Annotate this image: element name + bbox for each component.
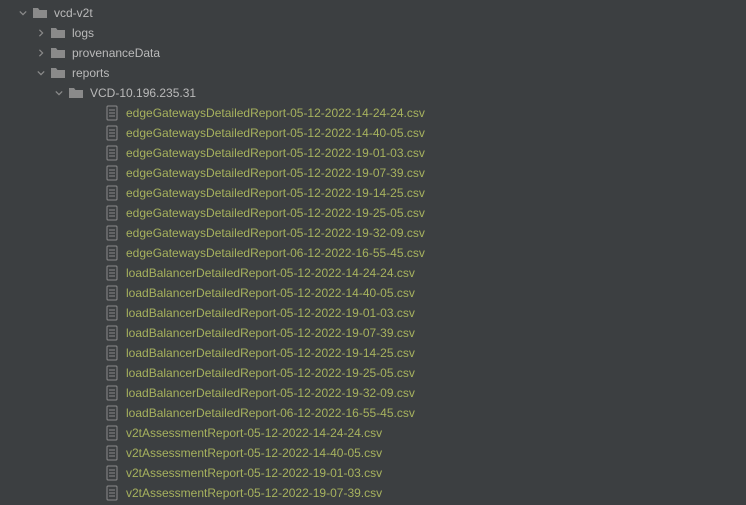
tree-file[interactable]: edgeGatewaysDetailedReport-05-12-2022-14… <box>0 123 746 143</box>
file-icon <box>104 125 120 141</box>
tree-folder[interactable]: provenanceData <box>0 43 746 63</box>
tree-file[interactable]: edgeGatewaysDetailedReport-05-12-2022-19… <box>0 143 746 163</box>
file-tree: vcd-v2t logs provenanceData reports VCD-10… <box>0 0 746 503</box>
tree-file[interactable]: v2tAssessmentReport-05-12-2022-14-24-24.… <box>0 423 746 443</box>
file-label: loadBalancerDetailedReport-05-12-2022-19… <box>126 306 415 320</box>
file-label: loadBalancerDetailedReport-05-12-2022-14… <box>126 286 415 300</box>
file-label: edgeGatewaysDetailedReport-05-12-2022-19… <box>126 166 425 180</box>
file-label: edgeGatewaysDetailedReport-05-12-2022-19… <box>126 206 425 220</box>
tree-file[interactable]: loadBalancerDetailedReport-05-12-2022-19… <box>0 363 746 383</box>
tree-file[interactable]: edgeGatewaysDetailedReport-06-12-2022-16… <box>0 243 746 263</box>
file-label: loadBalancerDetailedReport-05-12-2022-19… <box>126 366 415 380</box>
file-icon <box>104 145 120 161</box>
file-icon <box>104 325 120 341</box>
file-label: v2tAssessmentReport-05-12-2022-19-07-39.… <box>126 486 382 500</box>
file-icon <box>104 405 120 421</box>
tree-file[interactable]: loadBalancerDetailedReport-05-12-2022-19… <box>0 303 746 323</box>
file-label: v2tAssessmentReport-05-12-2022-14-24-24.… <box>126 426 382 440</box>
file-icon <box>104 345 120 361</box>
tree-file[interactable]: loadBalancerDetailedReport-05-12-2022-19… <box>0 343 746 363</box>
file-icon <box>104 165 120 181</box>
folder-label: VCD-10.196.235.31 <box>90 86 196 100</box>
file-icon <box>104 305 120 321</box>
tree-file[interactable]: v2tAssessmentReport-05-12-2022-19-01-03.… <box>0 463 746 483</box>
folder-icon <box>32 5 48 21</box>
file-icon <box>104 285 120 301</box>
tree-file[interactable]: edgeGatewaysDetailedReport-05-12-2022-19… <box>0 163 746 183</box>
tree-folder[interactable]: logs <box>0 23 746 43</box>
folder-label: logs <box>72 26 94 40</box>
file-icon <box>104 465 120 481</box>
folder-icon <box>68 85 84 101</box>
tree-file[interactable]: v2tAssessmentReport-05-12-2022-14-40-05.… <box>0 443 746 463</box>
file-icon <box>104 245 120 261</box>
file-label: edgeGatewaysDetailedReport-05-12-2022-19… <box>126 226 425 240</box>
file-label: loadBalancerDetailedReport-05-12-2022-19… <box>126 346 415 360</box>
tree-folder-root[interactable]: vcd-v2t <box>0 3 746 23</box>
tree-file[interactable]: loadBalancerDetailedReport-05-12-2022-14… <box>0 263 746 283</box>
file-label: loadBalancerDetailedReport-06-12-2022-16… <box>126 406 415 420</box>
file-label: loadBalancerDetailedReport-05-12-2022-14… <box>126 266 415 280</box>
chevron-down-icon[interactable] <box>54 88 64 98</box>
file-label: edgeGatewaysDetailedReport-06-12-2022-16… <box>126 246 425 260</box>
tree-file[interactable]: loadBalancerDetailedReport-05-12-2022-14… <box>0 283 746 303</box>
file-icon <box>104 205 120 221</box>
folder-label: provenanceData <box>72 46 160 60</box>
file-icon <box>104 485 120 501</box>
tree-file[interactable]: loadBalancerDetailedReport-05-12-2022-19… <box>0 323 746 343</box>
file-label: edgeGatewaysDetailedReport-05-12-2022-14… <box>126 126 425 140</box>
file-icon <box>104 365 120 381</box>
tree-file[interactable]: v2tAssessmentReport-05-12-2022-19-07-39.… <box>0 483 746 503</box>
file-icon <box>104 105 120 121</box>
tree-file[interactable]: loadBalancerDetailedReport-05-12-2022-19… <box>0 383 746 403</box>
tree-file[interactable]: edgeGatewaysDetailedReport-05-12-2022-19… <box>0 223 746 243</box>
folder-icon <box>50 65 66 81</box>
tree-folder[interactable]: reports <box>0 63 746 83</box>
file-label: loadBalancerDetailedReport-05-12-2022-19… <box>126 326 415 340</box>
chevron-down-icon[interactable] <box>36 68 46 78</box>
file-label: edgeGatewaysDetailedReport-05-12-2022-14… <box>126 106 425 120</box>
file-icon <box>104 385 120 401</box>
chevron-right-icon[interactable] <box>36 28 46 38</box>
folder-icon <box>50 25 66 41</box>
tree-file[interactable]: edgeGatewaysDetailedReport-05-12-2022-19… <box>0 203 746 223</box>
tree-file[interactable]: loadBalancerDetailedReport-06-12-2022-16… <box>0 403 746 423</box>
tree-file[interactable]: edgeGatewaysDetailedReport-05-12-2022-19… <box>0 183 746 203</box>
folder-icon <box>50 45 66 61</box>
file-label: edgeGatewaysDetailedReport-05-12-2022-19… <box>126 186 425 200</box>
file-icon <box>104 265 120 281</box>
chevron-right-icon[interactable] <box>36 48 46 58</box>
file-icon <box>104 185 120 201</box>
tree-file[interactable]: edgeGatewaysDetailedReport-05-12-2022-14… <box>0 103 746 123</box>
folder-label: reports <box>72 66 109 80</box>
chevron-down-icon[interactable] <box>18 8 28 18</box>
file-icon <box>104 425 120 441</box>
folder-label: vcd-v2t <box>54 6 93 20</box>
file-label: edgeGatewaysDetailedReport-05-12-2022-19… <box>126 146 425 160</box>
file-icon <box>104 445 120 461</box>
file-icon <box>104 225 120 241</box>
file-label: loadBalancerDetailedReport-05-12-2022-19… <box>126 386 415 400</box>
file-label: v2tAssessmentReport-05-12-2022-19-01-03.… <box>126 466 382 480</box>
file-label: v2tAssessmentReport-05-12-2022-14-40-05.… <box>126 446 382 460</box>
tree-folder-vcd[interactable]: VCD-10.196.235.31 <box>0 83 746 103</box>
